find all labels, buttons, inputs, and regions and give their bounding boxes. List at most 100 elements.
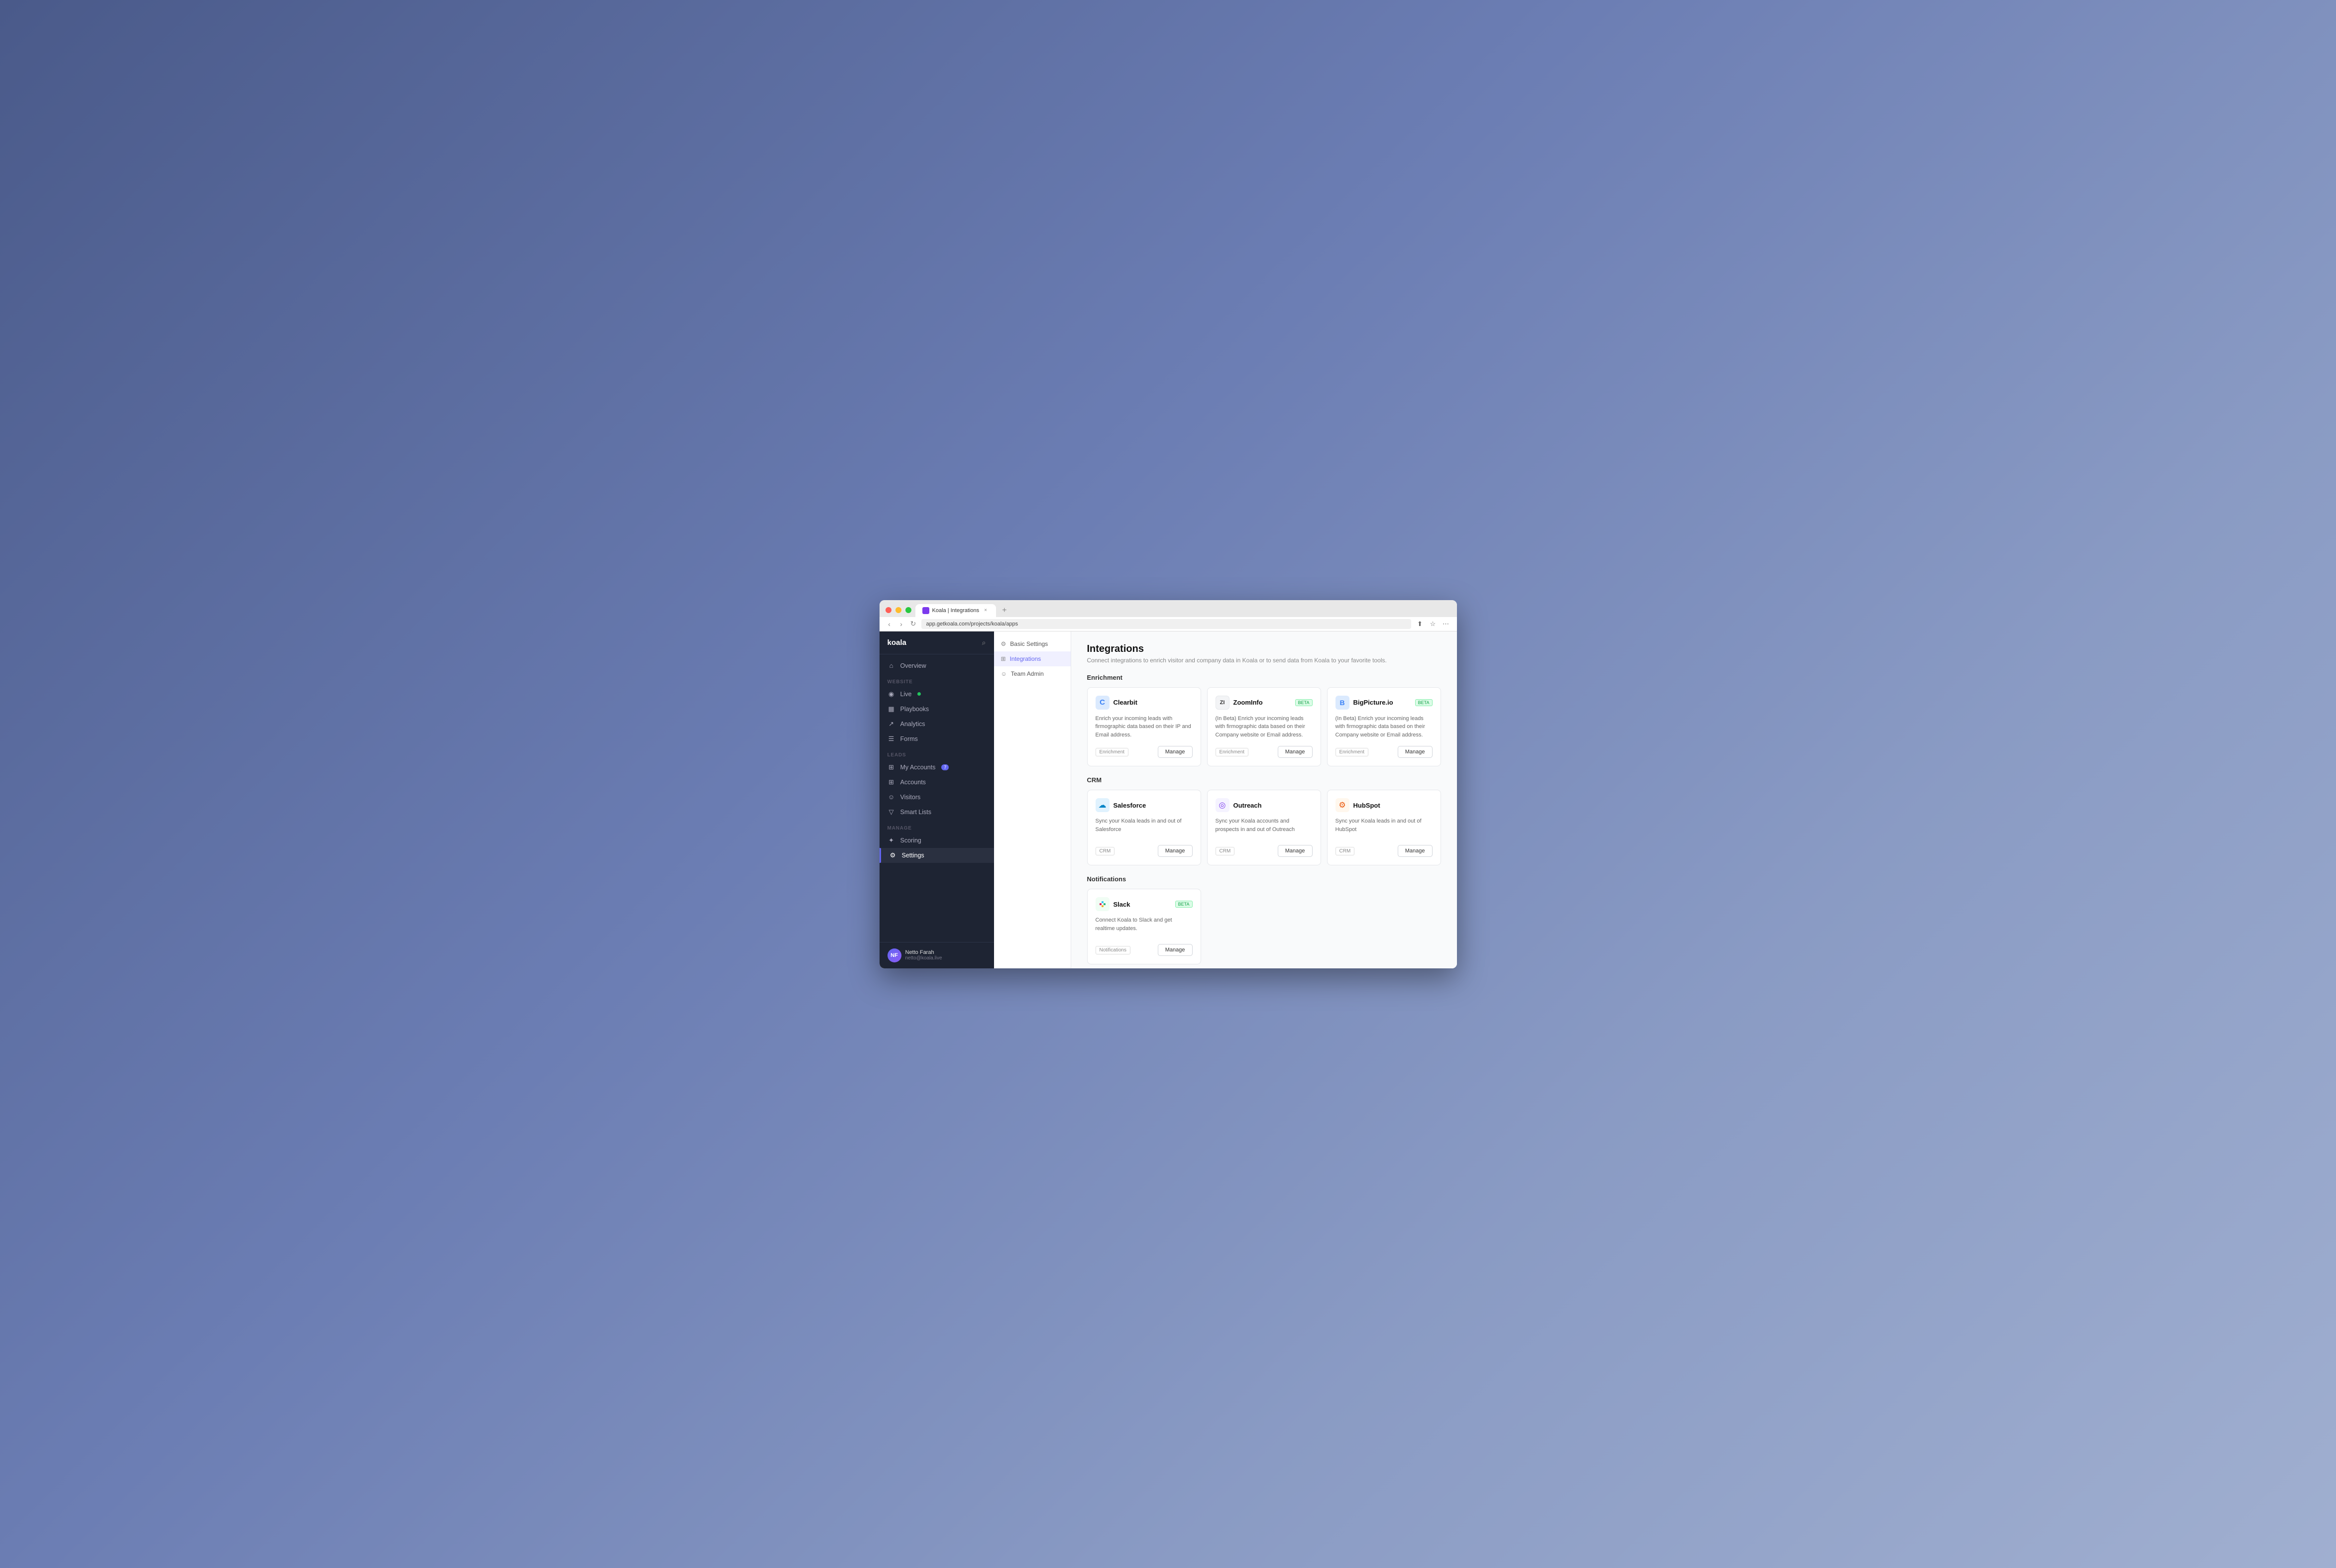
bigpicture-description: (In Beta) Enrich your incoming leads wit… bbox=[1335, 715, 1433, 739]
slack-manage-button[interactable]: Manage bbox=[1158, 944, 1193, 956]
bigpicture-manage-button[interactable]: Manage bbox=[1398, 746, 1433, 758]
outreach-name: Outreach bbox=[1233, 802, 1262, 809]
sidebar-item-smart-lists[interactable]: ▽ Smart Lists bbox=[880, 805, 994, 820]
slack-name: Slack bbox=[1113, 901, 1130, 908]
browser-window: Koala | Integrations × + ‹ › ↻ ⬆ ☆ ⋯ koa… bbox=[880, 600, 1457, 968]
sidebar-item-visitors[interactable]: ☺ Visitors bbox=[880, 790, 994, 805]
sidebar-item-live[interactable]: ◉ Live bbox=[880, 687, 994, 702]
sidebar-logo: koala bbox=[888, 638, 906, 647]
zoominfo-manage-button[interactable]: Manage bbox=[1278, 746, 1313, 758]
forward-button[interactable]: › bbox=[897, 620, 905, 628]
hubspot-card: ⚙ HubSpot Sync your Koala leads in and o… bbox=[1327, 790, 1441, 865]
sidebar-item-smart-lists-label: Smart Lists bbox=[900, 809, 932, 816]
extensions-button[interactable]: ⬆ bbox=[1415, 619, 1425, 629]
clearbit-card: C Clearbit Enrich your incoming leads wi… bbox=[1087, 687, 1201, 767]
slack-footer: Notifications Manage bbox=[1096, 944, 1193, 956]
crm-section-title: CRM bbox=[1087, 776, 1441, 784]
bigpicture-tag: Enrichment bbox=[1335, 748, 1369, 756]
reload-button[interactable]: ↻ bbox=[909, 620, 917, 628]
analytics-icon: ↗ bbox=[888, 720, 895, 728]
clearbit-logo: C bbox=[1096, 696, 1110, 710]
sidebar-item-my-accounts[interactable]: ⊞ My Accounts 7 bbox=[880, 760, 994, 775]
salesforce-manage-button[interactable]: Manage bbox=[1158, 845, 1193, 857]
forms-icon: ☰ bbox=[888, 735, 895, 743]
settings-submenu: ⚙ Basic Settings ⊞ Integrations ☺ Team A… bbox=[994, 631, 1071, 968]
bigpicture-card: B BigPicture.io BETA (In Beta) Enrich yo… bbox=[1327, 687, 1441, 767]
slack-card: Slack BETA Connect Koala to Slack and ge… bbox=[1087, 889, 1201, 964]
tab-bar: Koala | Integrations × + bbox=[886, 604, 1451, 617]
settings-menu-team[interactable]: ☺ Team Admin bbox=[994, 666, 1071, 681]
outreach-header: ◎ Outreach bbox=[1216, 798, 1313, 812]
team-icon: ☺ bbox=[1001, 670, 1007, 677]
clearbit-manage-button[interactable]: Manage bbox=[1158, 746, 1193, 758]
smart-lists-icon: ▽ bbox=[888, 808, 895, 816]
hubspot-header: ⚙ HubSpot bbox=[1335, 798, 1433, 812]
live-indicator bbox=[917, 692, 921, 696]
settings-menu-integrations[interactable]: ⊞ Integrations bbox=[994, 651, 1071, 666]
slack-header: Slack BETA bbox=[1096, 897, 1193, 911]
clearbit-description: Enrich your incoming leads with firmogra… bbox=[1096, 715, 1193, 739]
my-accounts-badge: 7 bbox=[941, 764, 949, 770]
outreach-footer: CRM Manage bbox=[1216, 845, 1313, 857]
settings-active-bar bbox=[880, 848, 881, 863]
user-email: netto@koala.live bbox=[905, 955, 942, 961]
more-button[interactable]: ⋯ bbox=[1441, 619, 1451, 629]
sidebar-item-forms[interactable]: ☰ Forms bbox=[880, 732, 994, 746]
salesforce-tag: CRM bbox=[1096, 847, 1115, 855]
active-tab[interactable]: Koala | Integrations × bbox=[915, 604, 997, 617]
back-button[interactable]: ‹ bbox=[886, 620, 893, 628]
sidebar-item-overview[interactable]: ⌂ Overview bbox=[880, 658, 994, 673]
settings-menu-basic[interactable]: ⚙ Basic Settings bbox=[994, 636, 1071, 651]
zoominfo-footer: Enrichment Manage bbox=[1216, 746, 1313, 758]
maximize-dot[interactable] bbox=[905, 607, 911, 613]
website-section-label: WEBSITE bbox=[880, 673, 994, 687]
sidebar-item-analytics[interactable]: ↗ Analytics bbox=[880, 717, 994, 732]
notifications-cards-grid: Slack BETA Connect Koala to Slack and ge… bbox=[1087, 889, 1441, 964]
sidebar-item-visitors-label: Visitors bbox=[900, 794, 921, 801]
address-bar-input[interactable] bbox=[921, 619, 1411, 629]
integrations-menu-icon: ⊞ bbox=[1001, 655, 1006, 662]
sidebar-item-overview-label: Overview bbox=[900, 662, 926, 669]
sidebar-item-live-label: Live bbox=[900, 691, 912, 698]
hubspot-logo: ⚙ bbox=[1335, 798, 1349, 812]
salesforce-name: Salesforce bbox=[1113, 802, 1146, 809]
sidebar-item-playbooks-label: Playbooks bbox=[900, 706, 929, 713]
main-content: Integrations Connect integrations to enr… bbox=[1071, 631, 1457, 968]
bigpicture-logo: B bbox=[1335, 696, 1349, 710]
leads-section-label: LEADS bbox=[880, 746, 994, 760]
zoominfo-header: ZI ZoomInfo BETA bbox=[1216, 696, 1313, 710]
salesforce-logo: ☁ bbox=[1096, 798, 1110, 812]
settings-menu-basic-label: Basic Settings bbox=[1010, 640, 1048, 647]
scoring-icon: ✦ bbox=[888, 836, 895, 844]
new-tab-button[interactable]: + bbox=[998, 604, 1010, 617]
sidebar-item-playbooks[interactable]: ▦ Playbooks bbox=[880, 702, 994, 717]
avatar-initials: NF bbox=[890, 952, 898, 958]
bookmark-button[interactable]: ☆ bbox=[1428, 619, 1438, 629]
sidebar-item-scoring[interactable]: ✦ Scoring bbox=[880, 833, 994, 848]
outreach-tag: CRM bbox=[1216, 847, 1235, 855]
settings-menu-team-label: Team Admin bbox=[1011, 670, 1044, 677]
sidebar-search-button[interactable]: ⌕ bbox=[982, 638, 986, 647]
user-info: Netto Farah netto@koala.live bbox=[905, 949, 942, 961]
avatar: NF bbox=[888, 948, 901, 962]
sidebar: koala ⌕ ⌂ Overview WEBSITE ◉ Live ▦ bbox=[880, 631, 994, 968]
sidebar-footer: NF Netto Farah netto@koala.live bbox=[880, 942, 994, 968]
tab-close-button[interactable]: × bbox=[982, 607, 989, 614]
outreach-description: Sync your Koala accounts and prospects i… bbox=[1216, 817, 1313, 838]
outreach-manage-button[interactable]: Manage bbox=[1278, 845, 1313, 857]
enrichment-section-title: Enrichment bbox=[1087, 674, 1441, 681]
bigpicture-footer: Enrichment Manage bbox=[1335, 746, 1433, 758]
hubspot-manage-button[interactable]: Manage bbox=[1398, 845, 1433, 857]
minimize-dot[interactable] bbox=[895, 607, 901, 613]
sidebar-item-settings[interactable]: ⚙ Settings bbox=[880, 848, 994, 863]
address-bar-row: ‹ › ↻ ⬆ ☆ ⋯ bbox=[880, 617, 1457, 631]
hubspot-tag: CRM bbox=[1335, 847, 1355, 855]
sidebar-item-accounts[interactable]: ⊞ Accounts bbox=[880, 775, 994, 790]
close-dot[interactable] bbox=[886, 607, 891, 613]
slack-tag: Notifications bbox=[1096, 946, 1130, 954]
sidebar-item-forms-label: Forms bbox=[900, 735, 918, 742]
user-name: Netto Farah bbox=[905, 949, 942, 955]
playbooks-icon: ▦ bbox=[888, 705, 895, 713]
outreach-logo: ◎ bbox=[1216, 798, 1229, 812]
outreach-card: ◎ Outreach Sync your Koala accounts and … bbox=[1207, 790, 1321, 865]
